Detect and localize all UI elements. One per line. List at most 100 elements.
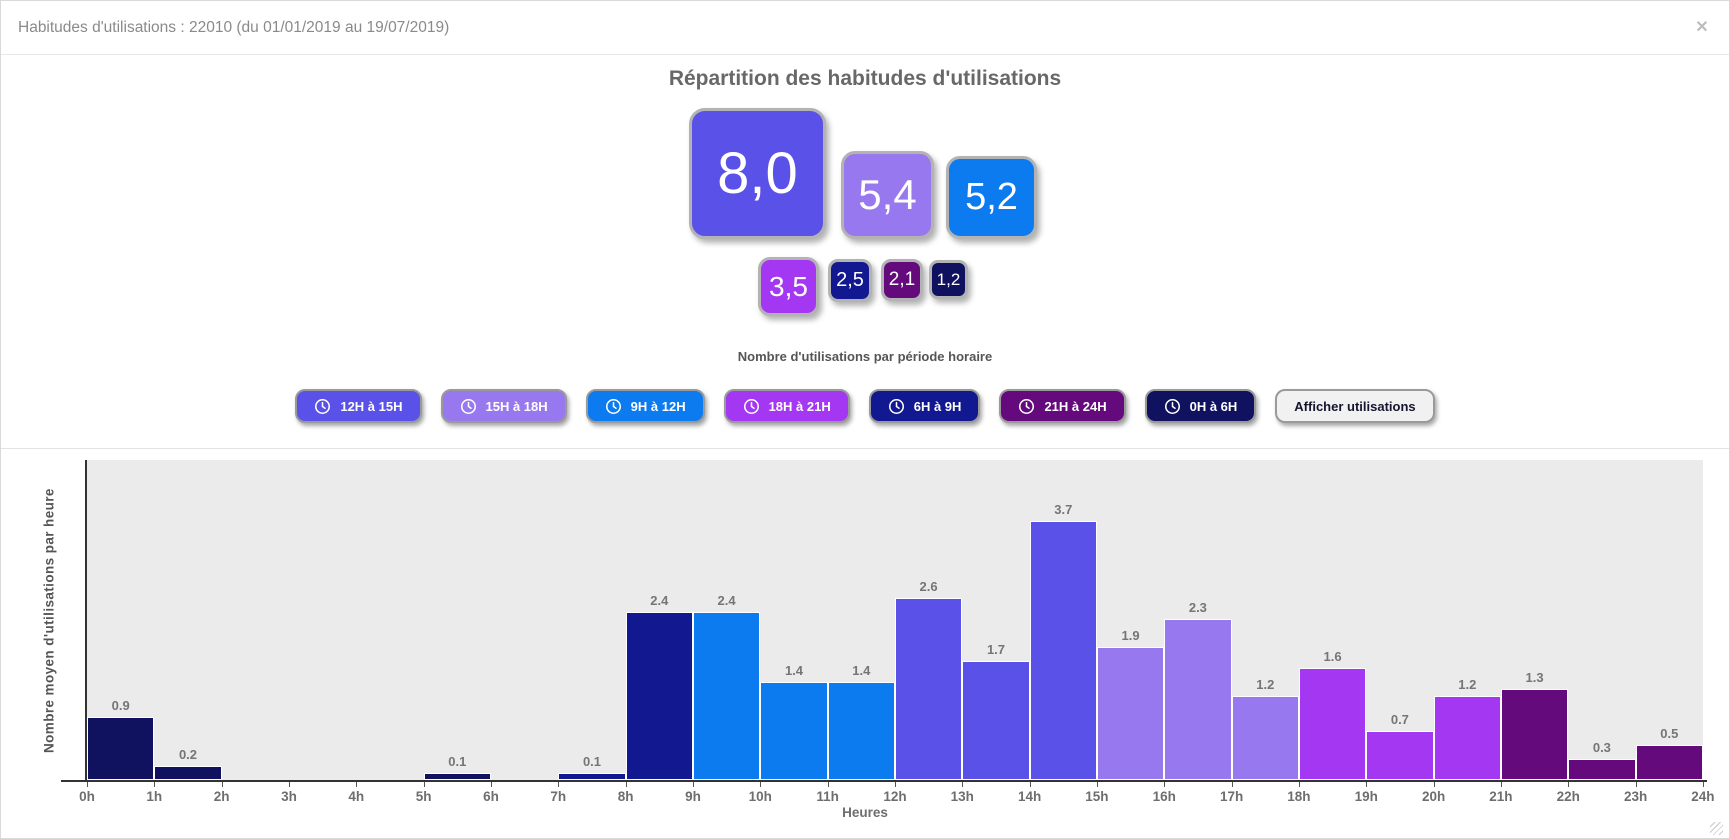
- bar-value-label: 0.7: [1390, 712, 1409, 727]
- x-tick-label-22h: 22h: [1556, 789, 1580, 804]
- x-axis-tick: [1702, 782, 1704, 787]
- x-axis-tick: [1500, 782, 1502, 787]
- bar-20h[interactable]: [1433, 696, 1501, 780]
- bar-12h[interactable]: [895, 598, 963, 780]
- x-axis-tick: [1568, 782, 1570, 787]
- x-tick-label-3h: 3h: [281, 789, 297, 804]
- clock-icon: [743, 398, 759, 414]
- x-tick-label-4h: 4h: [348, 789, 365, 804]
- x-axis-tick: [221, 782, 223, 787]
- resize-handle-icon[interactable]: [1710, 822, 1723, 835]
- x-axis-tick: [1433, 782, 1435, 787]
- bubble-0Hà6H[interactable]: 1,2: [929, 260, 968, 299]
- show-usages-button[interactable]: Afficher utilisations: [1275, 389, 1435, 423]
- x-tick-label-9h: 9h: [685, 789, 701, 804]
- bar-8h[interactable]: [625, 612, 693, 780]
- bar-value-label: 0.2: [178, 747, 198, 762]
- x-axis-tick: [1231, 782, 1233, 787]
- x-tick-label-11h: 11h: [816, 789, 839, 804]
- x-axis-tick: [895, 782, 896, 787]
- bar-value-label: 0.5: [1660, 726, 1679, 741]
- bar-7h[interactable]: [558, 773, 626, 780]
- legend-button-21Hà24H[interactable]: 21H à 24H: [999, 389, 1126, 423]
- x-axis-line: [61, 780, 1707, 782]
- x-axis-tick: [1366, 782, 1368, 787]
- x-axis-tick: [558, 782, 560, 787]
- x-axis-tick: [1635, 782, 1637, 787]
- usage-habits-modal: Habitudes d'utilisations : 22010 (du 01/…: [0, 0, 1730, 839]
- x-tick-label-10h: 10h: [748, 789, 772, 804]
- bubble-21Hà24H[interactable]: 2,1: [881, 259, 923, 301]
- modal-header: Habitudes d'utilisations : 22010 (du 01/…: [1, 1, 1729, 55]
- x-axis-tick: [87, 782, 88, 787]
- x-axis-tick: [827, 782, 829, 787]
- bar-value-label: 1.2: [1256, 677, 1275, 692]
- bar-17h[interactable]: [1231, 696, 1299, 780]
- bar-value-label: 1.6: [1323, 649, 1342, 664]
- bar-value-label: 2.6: [919, 579, 938, 594]
- bar-16h[interactable]: [1164, 619, 1232, 780]
- chart-subtitle: Nombre d'utilisations par période horair…: [737, 349, 993, 364]
- bar-value-label: 2.4: [717, 593, 736, 608]
- x-axis-tick: [423, 782, 425, 787]
- bar-10h[interactable]: [760, 682, 828, 780]
- close-icon[interactable]: ✕: [1691, 17, 1713, 39]
- bar-value-label: 1.4: [852, 663, 871, 678]
- legend-button-6Hà9H[interactable]: 6H à 9H: [868, 389, 981, 423]
- x-axis-tick: [625, 782, 627, 787]
- legend-button-label: 15H à 18H: [485, 398, 548, 414]
- bar-value-label: 2.4: [650, 593, 669, 608]
- bar-14h[interactable]: [1029, 521, 1097, 780]
- x-tick-label-17h: 17h: [1219, 789, 1244, 804]
- legend-button-12Hà15H[interactable]: 12H à 15H: [295, 389, 422, 423]
- x-tick-label-5h: 5h: [415, 789, 432, 804]
- legend-button-9Hà12H[interactable]: 9H à 12H: [585, 389, 705, 423]
- x-tick-label-2h: 2h: [213, 789, 230, 804]
- bar-23h[interactable]: [1635, 745, 1703, 780]
- bar-13h[interactable]: [962, 661, 1030, 780]
- bar-value-label: 2.3: [1188, 600, 1207, 615]
- x-axis-tick: [154, 782, 156, 787]
- bar-5h[interactable]: [423, 773, 491, 780]
- bar-value-label: 0.1: [582, 754, 602, 769]
- bar-value-label: 1.9: [1121, 628, 1140, 643]
- bar-1h[interactable]: [154, 766, 222, 780]
- legend-button-18Hà21H[interactable]: 18H à 21H: [723, 389, 850, 423]
- bubble-15Hà18H[interactable]: 5,4: [841, 151, 934, 239]
- bar-19h[interactable]: [1366, 731, 1434, 780]
- bar-0h[interactable]: [87, 717, 155, 780]
- bar-15h[interactable]: [1096, 647, 1165, 780]
- x-tick-label-15h: 15h: [1085, 789, 1109, 804]
- bar-value-label: 0.1: [448, 754, 467, 769]
- bar-value-label: 1.2: [1458, 677, 1477, 692]
- x-axis-tick: [760, 782, 762, 787]
- x-axis-tick: [693, 782, 694, 787]
- bar-value-label: 3.7: [1054, 502, 1073, 517]
- bar-22h[interactable]: [1568, 759, 1636, 780]
- bar-18h[interactable]: [1298, 668, 1367, 780]
- x-tick-label-12h: 12h: [883, 789, 907, 804]
- x-axis-tick: [962, 782, 964, 787]
- bubble-6Hà9H[interactable]: 2,5: [828, 259, 872, 302]
- bubble-12Hà15H[interactable]: 8,0: [689, 108, 826, 239]
- bubble-18Hà21H[interactable]: 3,5: [758, 257, 819, 316]
- bubble-9Hà12H[interactable]: 5,2: [946, 156, 1037, 239]
- clock-icon: [460, 398, 476, 414]
- x-axis-tick: [1298, 782, 1300, 787]
- bar-9h[interactable]: [693, 612, 761, 780]
- y-axis-title: Nombre moyen d'utilisations par heure: [41, 488, 57, 753]
- x-axis-tick: [289, 782, 290, 787]
- action-button-label: Afficher utilisations: [1294, 398, 1416, 414]
- bar-11h[interactable]: [827, 682, 895, 780]
- clock-icon: [1164, 398, 1180, 414]
- x-axis-tick: [1164, 782, 1166, 787]
- bar-21h[interactable]: [1500, 689, 1569, 780]
- x-tick-label-19h: 19h: [1354, 789, 1378, 804]
- x-tick-label-13h: 13h: [950, 789, 974, 804]
- legend-button-15Hà18H[interactable]: 15H à 18H: [440, 389, 567, 423]
- x-axis-tick: [491, 782, 492, 787]
- x-tick-label-21h: 21h: [1489, 789, 1513, 804]
- legend-button-0Hà6H[interactable]: 0H à 6H: [1144, 389, 1257, 423]
- legend-button-label: 9H à 12H: [630, 398, 686, 414]
- clock-icon: [605, 398, 621, 414]
